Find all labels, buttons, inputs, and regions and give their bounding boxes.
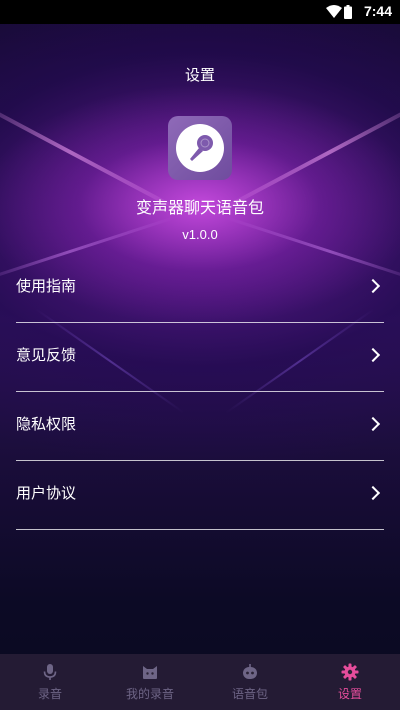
microphone-icon	[43, 663, 57, 680]
tab-label: 我的录音	[125, 686, 174, 701]
settings-screen: 7:44 设置 变声器聊天语音包 v1.0.0 使用指南 意见反馈 隐私权限 用…	[0, 0, 400, 710]
menu-item-label: 使用指南	[16, 276, 77, 295]
cat-icon	[143, 665, 157, 679]
chevron-right-icon	[365, 347, 381, 363]
robot-icon	[243, 663, 257, 679]
menu-item-label: 意见反馈	[16, 345, 77, 364]
menu-item-privacy[interactable]: 隐私权限	[16, 392, 384, 461]
microphone-logo-icon	[190, 135, 213, 161]
app-logo	[168, 116, 232, 180]
menu-item-feedback[interactable]: 意见反馈	[16, 323, 384, 392]
menu-item-label: 隐私权限	[16, 414, 77, 433]
page-title: 设置	[184, 66, 215, 84]
tab-voice-packs[interactable]: 语音包	[200, 654, 300, 710]
tab-label: 设置	[337, 686, 362, 701]
tab-my-recordings[interactable]: 我的录音	[100, 654, 200, 710]
tab-settings[interactable]: 设置	[300, 654, 400, 710]
tab-record[interactable]: 录音	[0, 654, 100, 710]
chevron-right-icon	[365, 416, 381, 432]
gear-icon	[341, 663, 359, 680]
app-version: v1.0.0	[182, 227, 218, 242]
menu-item-agreement[interactable]: 用户协议	[16, 461, 384, 530]
app-name: 变声器聊天语音包	[135, 198, 264, 217]
status-bar: 7:44	[0, 0, 400, 24]
chevron-right-icon	[365, 278, 381, 294]
tab-label: 语音包	[231, 686, 268, 701]
menu-item-label: 用户协议	[16, 483, 77, 502]
bottom-tab-bar: 录音 我的录音 语音包 设置	[0, 654, 400, 710]
status-time: 7:44	[363, 3, 392, 19]
battery-icon	[344, 5, 352, 19]
chevron-right-icon	[365, 485, 381, 501]
settings-menu: 使用指南 意见反馈 隐私权限 用户协议	[16, 254, 384, 530]
menu-item-guide[interactable]: 使用指南	[16, 254, 384, 323]
wifi-icon	[326, 5, 342, 18]
tab-label: 录音	[37, 686, 62, 701]
